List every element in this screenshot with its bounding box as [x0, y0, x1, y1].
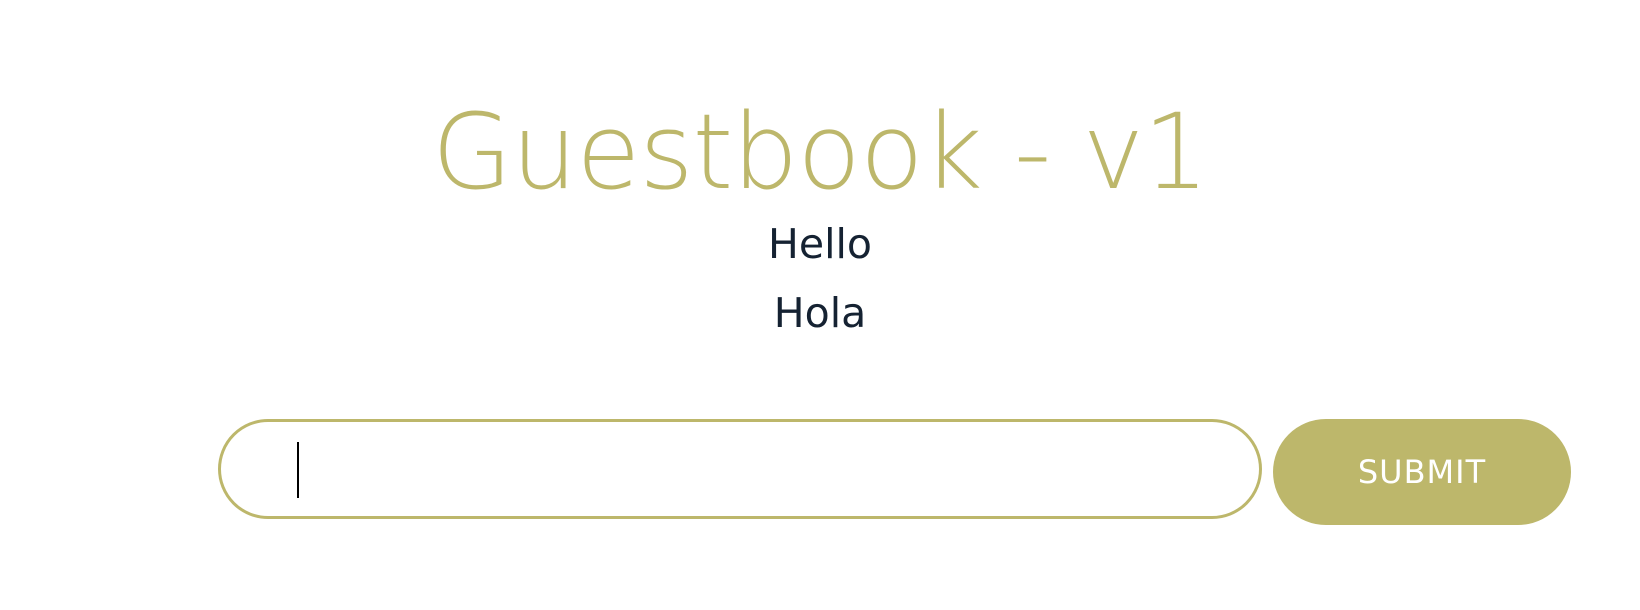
text-caret	[297, 442, 299, 498]
message-list: Hello Hola	[0, 210, 1640, 348]
list-item: Hello	[768, 220, 872, 268]
guestbook-entry-input[interactable]	[218, 419, 1262, 519]
submit-button[interactable]: SUBMIT	[1273, 419, 1571, 525]
page-title: Guestbook - v1	[431, 90, 1209, 213]
list-item: Hola	[773, 289, 867, 337]
